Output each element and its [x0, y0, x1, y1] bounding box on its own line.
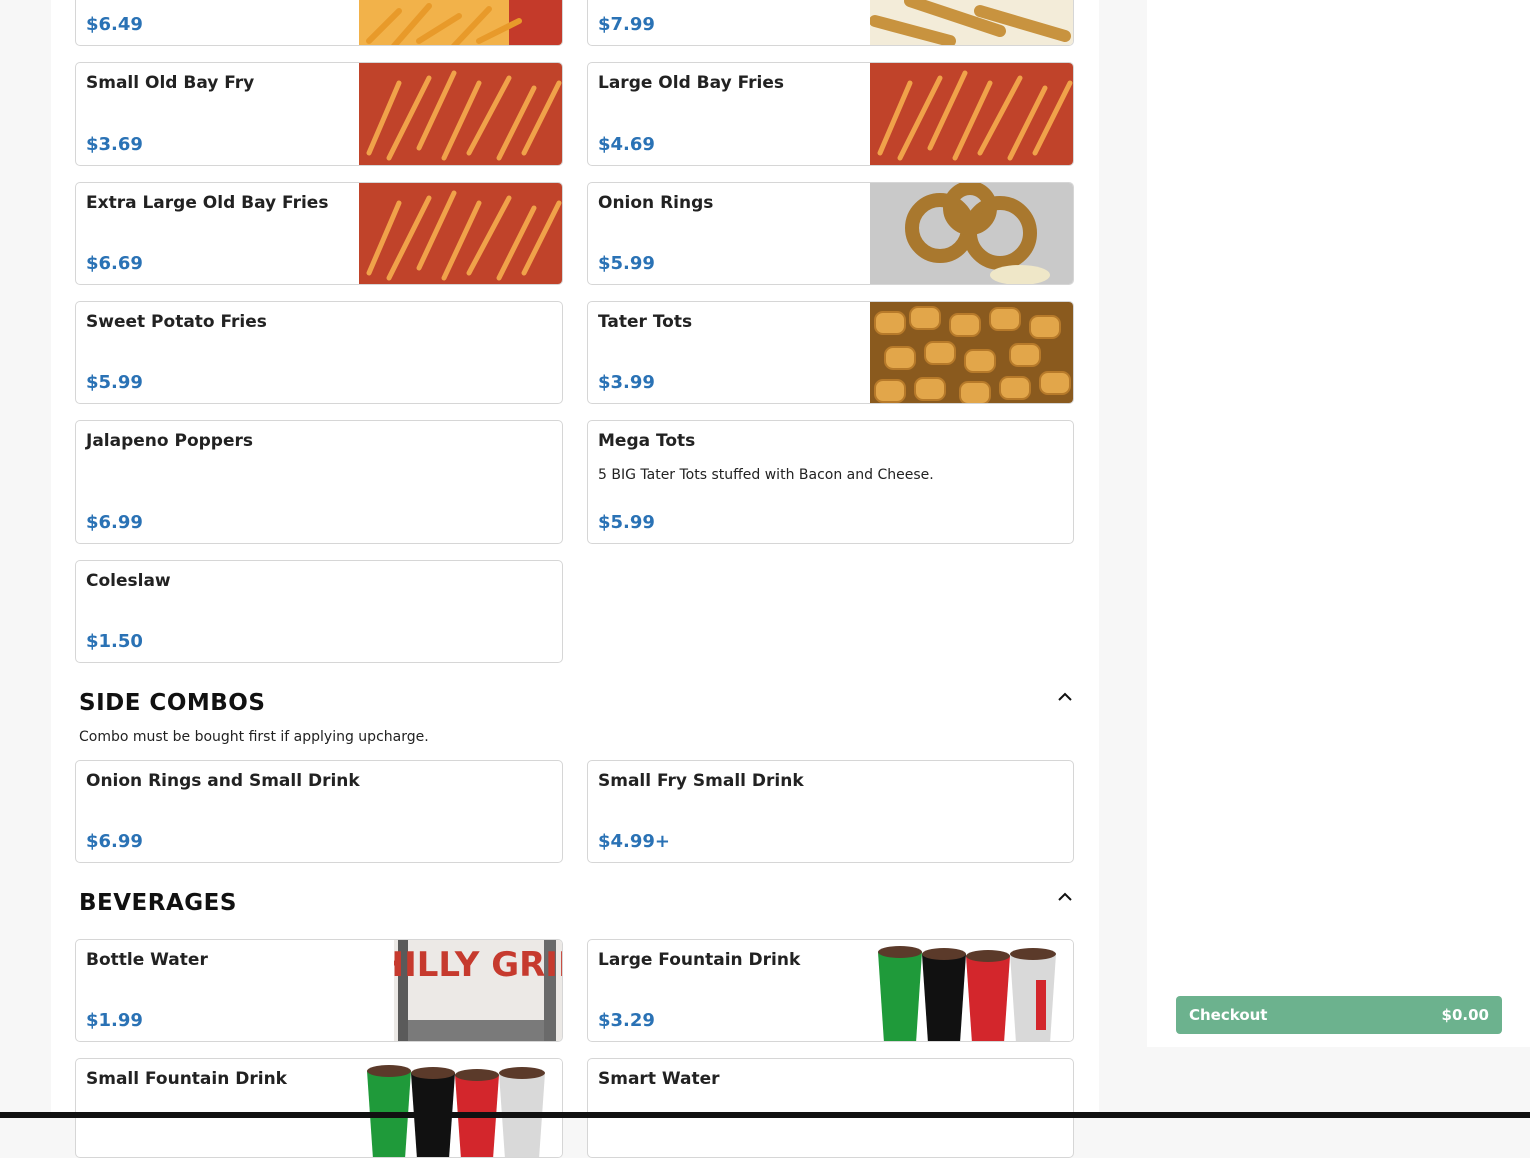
menu-item-card[interactable]: Large Fountain Drink $3.29 [587, 939, 1074, 1042]
section-title-side-combos: SIDE COMBOS [79, 690, 266, 716]
item-price: $1.50 [86, 631, 143, 652]
menu-item-card[interactable]: Sweet Potato Fries $5.99 [75, 301, 563, 404]
philly-grill-bottle-photo: PHILLY GRILL [394, 940, 562, 1041]
philly-grill-label: PHILLY GRILL [394, 945, 562, 985]
item-price: $4.99+ [598, 831, 671, 852]
menu-item-card[interactable]: Mega Tots 5 BIG Tater Tots stuffed with … [587, 420, 1074, 544]
item-name: Small Fountain Drink [86, 1069, 287, 1089]
menu-item-card[interactable]: Extra Large Old Bay Fries $6.69 [75, 182, 563, 285]
old-bay-fries-photo [359, 63, 562, 165]
item-name: Small Old Bay Fry [86, 73, 255, 93]
item-price: $5.99 [598, 512, 655, 533]
item-price: $6.69 [86, 253, 143, 274]
item-price: $3.99 [598, 372, 655, 393]
section-title-beverages: BEVERAGES [79, 890, 237, 916]
item-name: Mega Tots [598, 431, 696, 451]
item-name: Large Fountain Drink [598, 950, 801, 970]
menu-item-card[interactable]: Onion Rings and Small Drink $6.99 [75, 760, 563, 863]
item-price: $6.49 [86, 14, 143, 35]
chevron-up-icon[interactable] [1056, 688, 1074, 706]
item-name: Onion Rings [598, 193, 714, 213]
item-price: $4.69 [598, 134, 655, 155]
menu-item-card[interactable]: $7.99 [587, 0, 1074, 46]
fountain-drinks-photo [870, 940, 1073, 1041]
menu-item-card[interactable]: Onion Rings $5.99 [587, 182, 1074, 285]
item-price: $7.99 [598, 14, 655, 35]
menu-item-card[interactable]: Large Old Bay Fries $4.69 [587, 62, 1074, 166]
checkout-button[interactable]: Checkout $0.00 [1176, 996, 1502, 1034]
fries-photo [359, 0, 562, 45]
item-price: $5.99 [86, 372, 143, 393]
bottom-edge-bar [0, 1112, 1530, 1118]
item-price: $5.99 [598, 253, 655, 274]
item-name: Bottle Water [86, 950, 208, 970]
item-name: Smart Water [598, 1069, 720, 1089]
checkout-total: $0.00 [1441, 1006, 1489, 1024]
menu-item-card[interactable]: Small Old Bay Fry $3.69 [75, 62, 563, 166]
menu-item-card[interactable]: Jalapeno Poppers $6.99 [75, 420, 563, 544]
menu-item-card[interactable]: Small Fry Small Drink $4.99+ [587, 760, 1074, 863]
cart-sidebar [1147, 0, 1530, 1047]
item-price: $6.99 [86, 512, 143, 533]
item-name: Sweet Potato Fries [86, 312, 267, 332]
section-note: Combo must be bought first if applying u… [79, 729, 429, 745]
menu-item-card[interactable]: Bottle Water $1.99 PHILLY GRILL [75, 939, 563, 1042]
chevron-up-icon[interactable] [1056, 888, 1074, 906]
item-price: $3.69 [86, 134, 143, 155]
tater-tots-photo [870, 302, 1073, 403]
menu-item-card[interactable]: Smart Water [587, 1058, 1074, 1158]
menu-item-card[interactable]: Small Fountain Drink [75, 1058, 563, 1158]
old-bay-fries-photo [870, 63, 1073, 165]
item-price: $6.99 [86, 831, 143, 852]
item-name: Onion Rings and Small Drink [86, 771, 360, 791]
menu-item-card[interactable]: $6.49 [75, 0, 563, 46]
fountain-drinks-photo [359, 1059, 562, 1157]
item-name: Extra Large Old Bay Fries [86, 193, 329, 213]
menu-item-card[interactable]: Tater Tots $3.99 [587, 301, 1074, 404]
item-name: Large Old Bay Fries [598, 73, 784, 93]
item-price: $1.99 [86, 1010, 143, 1031]
checkout-label: Checkout [1189, 1006, 1268, 1024]
item-price: $3.29 [598, 1010, 655, 1031]
old-bay-fries-photo [359, 183, 562, 284]
item-description: 5 BIG Tater Tots stuffed with Bacon and … [598, 467, 934, 483]
item-name: Tater Tots [598, 312, 693, 332]
onion-rings-photo [870, 183, 1073, 284]
menu-item-card[interactable]: Coleslaw $1.50 [75, 560, 563, 663]
item-name: Coleslaw [86, 571, 171, 591]
breaded-sticks-photo [870, 0, 1073, 45]
item-name: Jalapeno Poppers [86, 431, 254, 451]
item-name: Small Fry Small Drink [598, 771, 804, 791]
